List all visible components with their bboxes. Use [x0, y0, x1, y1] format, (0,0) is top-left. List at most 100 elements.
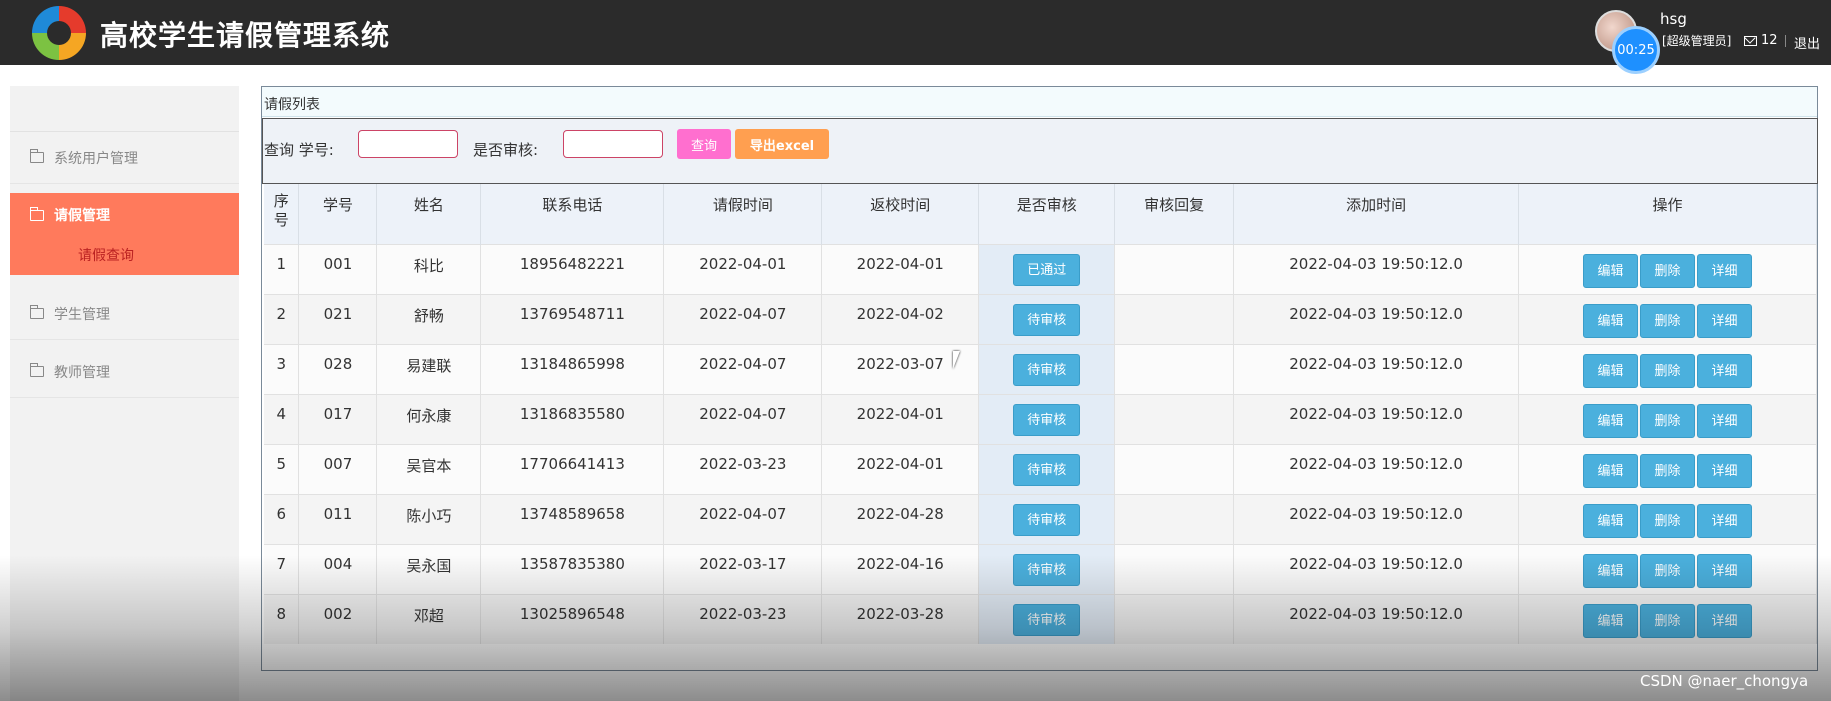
status-cell: 待审核 [978, 493, 1116, 544]
delete-button[interactable]: 删除 [1640, 603, 1695, 638]
detail-button[interactable]: 详细 [1697, 403, 1752, 438]
recording-timer[interactable]: 00:25 [1612, 26, 1660, 74]
delete-button[interactable]: 删除 [1640, 353, 1695, 388]
delete-button[interactable]: 删除 [1640, 403, 1695, 438]
table-cell: 2022-04-07 [663, 343, 823, 394]
table-cell: 2022-04-03 19:50:12.0 [1233, 343, 1520, 394]
detail-button[interactable]: 详细 [1697, 303, 1752, 338]
table-cell [1114, 443, 1235, 494]
folder-icon [29, 206, 44, 221]
sidebar-item-label: 系统用户管理 [54, 150, 138, 167]
query-button[interactable]: 查询 [677, 129, 731, 159]
edit-button[interactable]: 编辑 [1583, 603, 1638, 638]
status-cell: 待审核 [978, 443, 1116, 494]
actions-cell: 编辑 删除 详细 [1518, 443, 1817, 494]
sidebar-item-students[interactable]: 学生管理 [10, 288, 239, 340]
detail-button[interactable]: 详细 [1697, 353, 1752, 388]
delete-button[interactable]: 删除 [1640, 553, 1695, 588]
folder-icon [29, 149, 44, 163]
student-id-input[interactable] [358, 130, 458, 158]
detail-button[interactable]: 详细 [1697, 553, 1752, 588]
table-cell: 004 [298, 543, 378, 594]
delete-button[interactable]: 删除 [1640, 503, 1695, 538]
table-cell: 017 [298, 393, 378, 444]
status-badge[interactable]: 待审核 [1013, 553, 1081, 586]
sidebar-top [10, 86, 239, 132]
table-cell: 18956482221 [480, 243, 665, 294]
table-cell: 2022-04-01 [821, 443, 980, 494]
table-cell: 2022-04-07 [663, 393, 823, 444]
status-badge[interactable]: 待审核 [1013, 353, 1081, 386]
status-badge[interactable]: 待审核 [1013, 403, 1081, 436]
delete-button[interactable]: 删除 [1640, 253, 1695, 288]
edit-button[interactable]: 编辑 [1583, 253, 1638, 288]
export-excel-button[interactable]: 导出excel [735, 129, 829, 159]
table-cell [1114, 593, 1235, 644]
leave-list-panel: 请假列表 查询 学号: 是否审核: 查询 导出excel 序号 学号 姓名 联系… [261, 86, 1818, 671]
sidebar-item-teachers[interactable]: 教师管理 [10, 346, 239, 398]
edit-button[interactable]: 编辑 [1583, 353, 1638, 388]
table-cell: 1 [264, 243, 300, 294]
edit-button[interactable]: 编辑 [1583, 553, 1638, 588]
table-cell: 13025896548 [480, 593, 665, 644]
status-badge[interactable]: 待审核 [1013, 503, 1081, 536]
sidebar-item-system-users[interactable]: 系统用户管理 [10, 132, 239, 184]
table-cell: 2022-03-23 [663, 593, 823, 644]
edit-button[interactable]: 编辑 [1583, 303, 1638, 338]
messages-link[interactable]: 12 [1744, 33, 1778, 48]
table-cell: 021 [298, 293, 378, 344]
detail-button[interactable]: 详细 [1697, 603, 1752, 638]
actions-cell: 编辑 删除 详细 [1518, 293, 1817, 344]
sidebar-subitem-leave-query[interactable]: 请假查询 [78, 245, 134, 265]
table-cell: 7 [264, 543, 300, 594]
status-badge[interactable]: 待审核 [1013, 453, 1081, 486]
status-badge[interactable]: 待审核 [1013, 303, 1081, 336]
column-header: 联系电话 [480, 184, 665, 244]
sidebar-item-leave-management[interactable]: 请假管理 请假查询 [10, 193, 239, 275]
mouse-cursor-icon [953, 351, 967, 369]
folder-icon [29, 363, 44, 377]
table-row: 2 021 舒畅 13769548711 2022-04-07 2022-04-02 待审核… [264, 293, 1817, 344]
table-cell: 4 [264, 393, 300, 444]
status-badge[interactable]: 待审核 [1013, 603, 1081, 636]
table-cell: 何永康 [376, 393, 482, 444]
status-input[interactable] [563, 130, 663, 158]
table-cell: 13769548711 [480, 293, 665, 344]
table-cell: 8 [264, 593, 300, 644]
edit-button[interactable]: 编辑 [1583, 503, 1638, 538]
search-form: 查询 学号: 是否审核: 查询 导出excel [262, 118, 1818, 184]
top-bar: 高校学生请假管理系统 00:25 hsg [超级管理员] 12 退出 [0, 0, 1831, 74]
detail-button[interactable]: 详细 [1697, 253, 1752, 288]
sidebar-item-label: 教师管理 [54, 364, 110, 381]
detail-button[interactable]: 详细 [1697, 453, 1752, 488]
column-header: 返校时间 [821, 184, 980, 244]
message-count: 12 [1761, 33, 1778, 48]
edit-button[interactable]: 编辑 [1583, 453, 1638, 488]
table-row: 5 007 吴官本 17706641413 2022-03-23 2022-04-01 待审… [264, 443, 1817, 494]
delete-button[interactable]: 删除 [1640, 453, 1695, 488]
edit-button[interactable]: 编辑 [1583, 403, 1638, 438]
status-cell: 待审核 [978, 293, 1116, 344]
status-cell: 待审核 [978, 343, 1116, 394]
table-row: 1 001 科比 18956482221 2022-04-01 2022-04-01 已通过… [264, 243, 1817, 294]
detail-button[interactable]: 详细 [1697, 503, 1752, 538]
column-header: 审核回复 [1114, 184, 1235, 244]
table-row: 7 004 吴永国 13587835380 2022-03-17 2022-04-16 待审… [264, 543, 1817, 594]
table-cell [1114, 243, 1235, 294]
actions-cell: 编辑 删除 详细 [1518, 493, 1817, 544]
table-cell: 吴永国 [376, 543, 482, 594]
table-cell: 2022-03-23 [663, 443, 823, 494]
column-header: 序号 [264, 184, 300, 244]
sidebar: 系统用户管理 请假管理 请假查询 学生管理 教师管理 [10, 86, 239, 701]
table-cell: 陈小巧 [376, 493, 482, 544]
table-cell: 2022-03-28 [821, 593, 980, 644]
table-cell: 13186835580 [480, 393, 665, 444]
logout-link[interactable]: 退出 [1794, 33, 1820, 52]
app-title: 高校学生请假管理系统 [100, 19, 391, 52]
delete-button[interactable]: 删除 [1640, 303, 1695, 338]
table-cell [1114, 393, 1235, 444]
table-cell: 2022-04-03 19:50:12.0 [1233, 543, 1520, 594]
status-badge[interactable]: 已通过 [1013, 253, 1081, 286]
table-cell: 2 [264, 293, 300, 344]
column-header: 操作 [1518, 184, 1817, 244]
